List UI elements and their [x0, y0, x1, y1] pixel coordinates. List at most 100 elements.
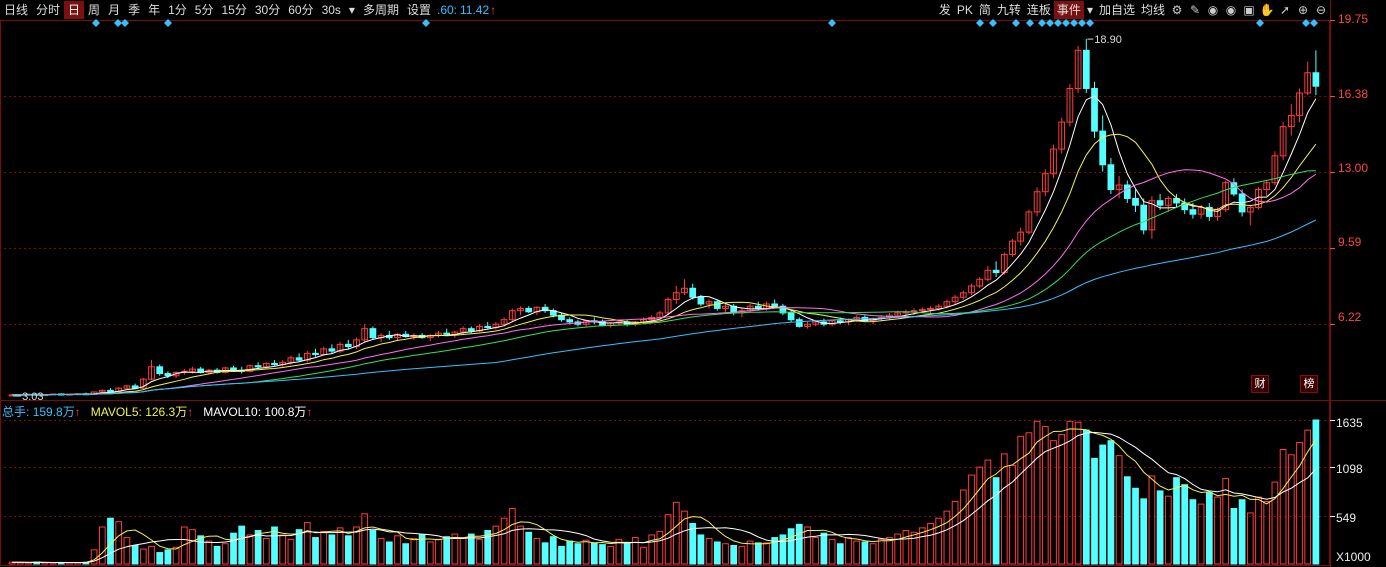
volume-bar [1000, 453, 1008, 565]
volume-bar [492, 525, 500, 565]
candle-body [1132, 197, 1139, 206]
candle-body [787, 312, 795, 321]
volume-bar [295, 529, 303, 565]
candle-body [295, 357, 303, 361]
volume-bar [221, 543, 229, 565]
volume-tick: 1635 [1336, 416, 1363, 430]
volume-bar [754, 542, 762, 565]
high-price-label: 18.90 [1094, 34, 1122, 46]
ranking-badge[interactable]: 榜 [1300, 375, 1318, 393]
stock-chart[interactable]: 18.90 3.03 [0, 0, 1386, 567]
volume-bar [795, 523, 803, 565]
ma5-line [12, 95, 1317, 396]
volume-bar [1197, 503, 1205, 565]
volume-bar [336, 527, 344, 565]
volume-bar [877, 538, 885, 565]
volume-bar [1017, 435, 1025, 565]
volume-bar [1099, 444, 1107, 565]
volume-bar [525, 531, 533, 565]
volume-bar [115, 521, 123, 565]
candle-body [992, 269, 1000, 274]
volume-bar [631, 537, 639, 565]
volume-bar [123, 537, 131, 565]
volume-bar [968, 474, 975, 565]
volume-bar [910, 531, 918, 565]
volume-bar [1132, 487, 1139, 565]
volume-bar [410, 537, 418, 565]
volume-bar [435, 538, 442, 565]
volume-bar [1279, 449, 1287, 565]
volume-bar [763, 542, 770, 565]
candle-body [1123, 184, 1131, 199]
volume-bar [1148, 475, 1156, 565]
volume-bar [902, 530, 910, 565]
volume-bar [1230, 508, 1238, 565]
mavol10: MAVOL10: 100.8万↑ [203, 404, 313, 419]
candle-body [344, 343, 352, 348]
volume-bar [1082, 429, 1090, 565]
price-tick: 13.00 [1338, 161, 1369, 175]
volume-bar [1123, 476, 1131, 565]
volume-bar [426, 541, 434, 565]
candle-body [771, 303, 779, 307]
volume-bar [1238, 499, 1246, 565]
volume-bar [328, 534, 336, 565]
price-tick: 16.38 [1338, 87, 1369, 101]
ma20-line [12, 169, 1317, 396]
volume-bar [1107, 440, 1115, 565]
volume-tick: 1098 [1336, 462, 1363, 476]
volume-bar [1050, 440, 1057, 565]
volume-bar [1246, 512, 1254, 565]
candle-body [156, 366, 164, 375]
candle-body [795, 319, 803, 327]
volume-bar [869, 543, 877, 565]
volume-bar [648, 534, 656, 565]
volume-unit: X1000 [1336, 550, 1371, 564]
volume-bar [1255, 496, 1262, 565]
volume-bar [517, 525, 524, 565]
volume-bar [1263, 500, 1271, 565]
volume-bar [107, 517, 114, 565]
volume-bar [697, 534, 705, 565]
volume-bar [853, 540, 861, 565]
candle-body [254, 365, 262, 368]
mavol5: MAVOL5: 126.3万↑ [90, 404, 194, 419]
volume-bar [533, 537, 541, 565]
volume-bar [230, 532, 237, 565]
volume-bar [664, 514, 672, 565]
candle-body [697, 296, 705, 305]
candle-body [484, 325, 492, 329]
volume-bar [303, 522, 311, 565]
price-tick: 9.59 [1338, 235, 1362, 249]
volume-bar [205, 540, 213, 565]
volume-bar [1074, 421, 1082, 565]
candle-body [713, 301, 721, 309]
volume-bar [607, 545, 615, 565]
volume-bar [943, 510, 951, 565]
volume-bar [394, 535, 401, 565]
volume-bar [1181, 484, 1189, 565]
candle-body [107, 389, 114, 393]
volume-tick: 549 [1336, 511, 1357, 525]
finance-badge[interactable]: 财 [1251, 375, 1269, 393]
volume-bar [582, 539, 590, 565]
volume-bar [467, 533, 475, 565]
volume-bar [377, 537, 385, 565]
volume-bar [812, 537, 820, 565]
volume-bar [148, 545, 155, 565]
volume-bar [541, 542, 549, 565]
volume-bar [828, 538, 836, 565]
candle-body [1107, 164, 1115, 190]
candle-body [1312, 72, 1320, 87]
candle-body [1091, 87, 1098, 132]
candle-body [271, 362, 278, 366]
volume-bar [886, 537, 893, 565]
volume-bar [246, 534, 254, 565]
volume-bar [1189, 499, 1197, 565]
candle-body [443, 332, 451, 335]
ma10-line [12, 133, 1317, 396]
volume-bar [574, 543, 582, 565]
volume-bar [656, 530, 664, 565]
volume-bar [131, 545, 139, 565]
volume-bar [1304, 429, 1312, 565]
